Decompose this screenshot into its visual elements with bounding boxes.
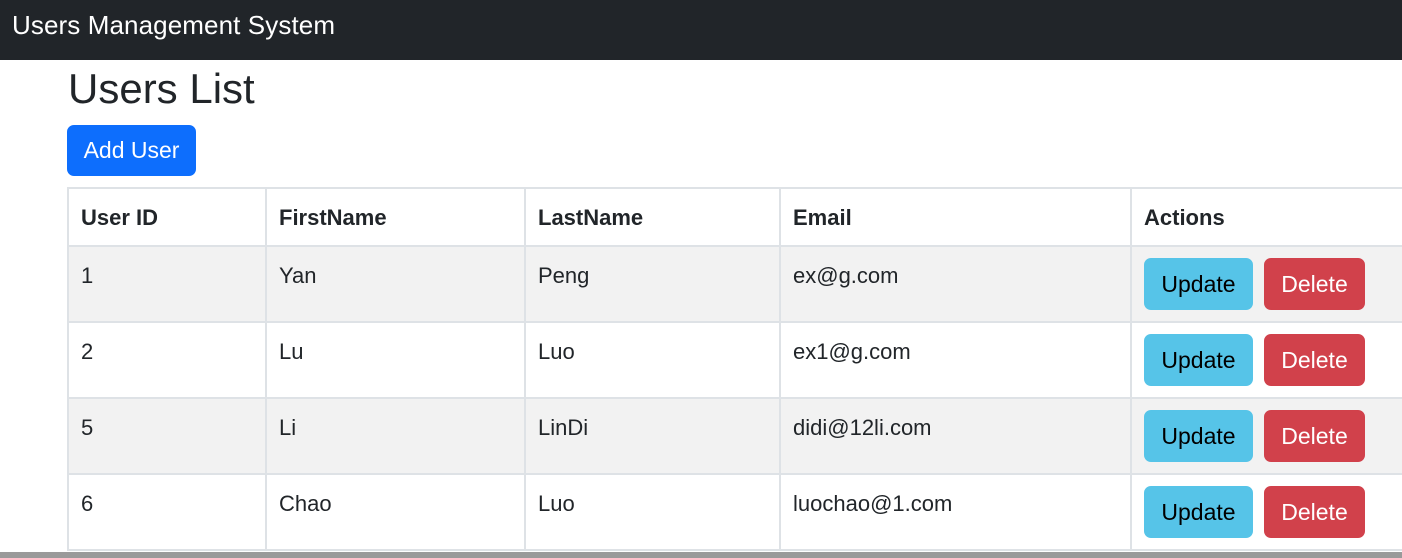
cell-email: ex1@g.com (779, 321, 1132, 399)
cell-actions: Update Delete (1130, 321, 1402, 399)
cell-email: ex@g.com (779, 245, 1132, 323)
update-button[interactable]: Update (1144, 258, 1253, 310)
delete-button[interactable]: Delete (1264, 410, 1365, 462)
window-bottom-edge (0, 552, 1402, 558)
update-button[interactable]: Update (1144, 410, 1253, 462)
table-header-row: User ID FirstName LastName Email Actions (67, 187, 1402, 247)
table-row: 2 Lu Luo ex1@g.com Update Delete (67, 321, 1402, 399)
cell-firstname: Li (265, 397, 526, 475)
column-header-user-id: User ID (67, 187, 267, 247)
add-user-button[interactable]: Add User (67, 125, 196, 176)
table-row: 5 Li LinDi didi@12li.com Update Delete (67, 397, 1402, 475)
cell-email: luochao@1.com (779, 473, 1132, 551)
table-row: 6 Chao Luo luochao@1.com Update Delete (67, 473, 1402, 551)
table-row: 1 Yan Peng ex@g.com Update Delete (67, 245, 1402, 323)
cell-actions: Update Delete (1130, 473, 1402, 551)
delete-button[interactable]: Delete (1264, 334, 1365, 386)
delete-button[interactable]: Delete (1264, 258, 1365, 310)
cell-lastname: Luo (524, 473, 781, 551)
update-button[interactable]: Update (1144, 334, 1253, 386)
cell-lastname: Luo (524, 321, 781, 399)
page-title: Users List (68, 65, 255, 112)
cell-lastname: Peng (524, 245, 781, 323)
column-header-firstname: FirstName (265, 187, 526, 247)
delete-button[interactable]: Delete (1264, 486, 1365, 538)
navbar: Users Management System (0, 0, 1402, 60)
cell-user-id: 5 (67, 397, 267, 475)
column-header-lastname: LastName (524, 187, 781, 247)
column-header-actions: Actions (1130, 187, 1402, 247)
column-header-email: Email (779, 187, 1132, 247)
users-table: User ID FirstName LastName Email Actions… (67, 187, 1402, 551)
cell-firstname: Chao (265, 473, 526, 551)
navbar-brand[interactable]: Users Management System (12, 12, 335, 38)
cell-firstname: Yan (265, 245, 526, 323)
cell-user-id: 6 (67, 473, 267, 551)
update-button[interactable]: Update (1144, 486, 1253, 538)
cell-lastname: LinDi (524, 397, 781, 475)
cell-actions: Update Delete (1130, 245, 1402, 323)
cell-user-id: 2 (67, 321, 267, 399)
cell-user-id: 1 (67, 245, 267, 323)
cell-email: didi@12li.com (779, 397, 1132, 475)
cell-firstname: Lu (265, 321, 526, 399)
cell-actions: Update Delete (1130, 397, 1402, 475)
